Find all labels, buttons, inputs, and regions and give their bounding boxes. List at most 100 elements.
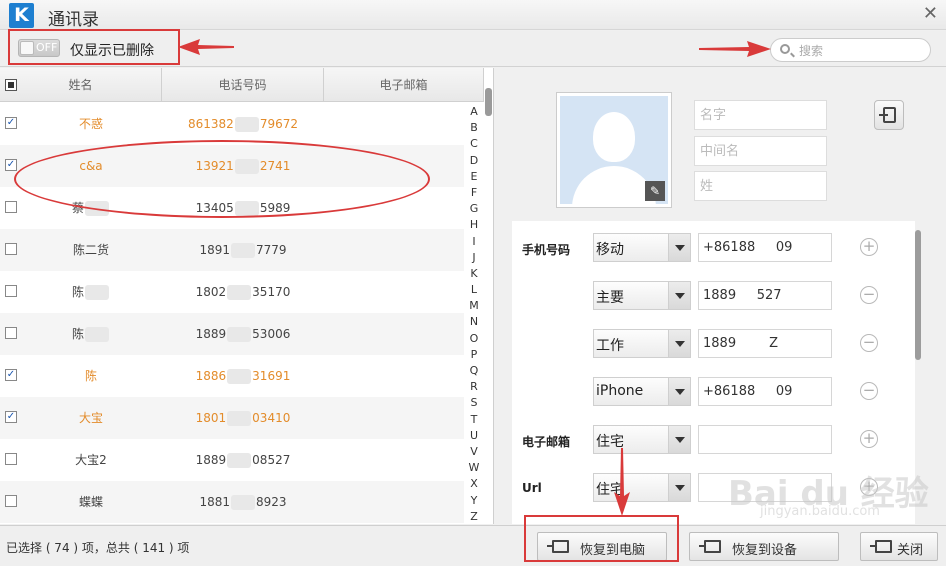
alphabet-letter[interactable]: M (464, 298, 484, 314)
alphabet-letter[interactable]: R (464, 379, 484, 395)
alphabet-letter[interactable]: S (464, 395, 484, 411)
table-row[interactable]: ✓ 陈 1886 31691 (0, 355, 464, 397)
url-input[interactable] (698, 473, 832, 502)
add-email-icon[interactable]: + (860, 430, 878, 448)
alphabet-letter[interactable]: I (464, 234, 484, 250)
first-name-field[interactable] (694, 100, 827, 130)
email-label: 电子邮箱 (522, 435, 571, 449)
email-type-select[interactable]: 住宅 (593, 425, 691, 454)
alphabet-letter[interactable]: J (464, 250, 484, 266)
alphabet-letter[interactable]: G (464, 201, 484, 217)
contact-phone: 13405 5989 (195, 201, 291, 216)
alphabet-letter[interactable]: Q (464, 363, 484, 379)
alphabet-letter[interactable]: K (464, 266, 484, 282)
app-logo-icon: K (9, 3, 34, 28)
table-row[interactable]: ✓ 大宝 1801 03410 (0, 397, 464, 439)
search-icon (780, 44, 790, 54)
alphabet-letter[interactable]: C (464, 136, 484, 152)
alphabet-letter[interactable]: B (464, 120, 484, 136)
phone-input-4[interactable] (698, 377, 832, 406)
email-input[interactable] (698, 425, 832, 454)
table-row[interactable]: ✓ 不惑 861382 79672 (0, 103, 464, 145)
contact-name: 陈 (0, 271, 182, 313)
edit-pencil-icon[interactable]: ✎ (645, 181, 665, 201)
search-input[interactable] (799, 42, 919, 59)
alphabet-letter[interactable]: D (464, 153, 484, 169)
table-header: 姓名 电话号码 电子邮箱 (0, 68, 484, 102)
list-scrollbar-thumb[interactable] (485, 88, 492, 116)
alphabet-letter[interactable]: Y (464, 493, 484, 509)
table-row[interactable]: 陈 1802 35170 (0, 271, 464, 313)
alphabet-letter[interactable]: A (464, 104, 484, 120)
toolbar: OFF 仅显示已删除 (0, 31, 946, 67)
contact-name: 大宝 (78, 411, 103, 425)
alphabet-letter[interactable]: T (464, 412, 484, 428)
header-phone[interactable]: 电话号码 (162, 68, 324, 102)
restore-to-device-button[interactable]: 恢复到设备 (689, 532, 839, 561)
detail-scrollbar[interactable] (915, 230, 921, 360)
chevron-down-icon (668, 426, 690, 453)
contact-name: c&a (79, 159, 103, 173)
table-row[interactable]: 陈 1889 53006 (0, 313, 464, 355)
phone-type-select-2[interactable]: 主要 (593, 281, 691, 310)
close-button[interactable]: 关闭 (860, 532, 938, 561)
table-row[interactable]: 陈二货 1891 7779 (0, 229, 464, 271)
remove-phone-icon[interactable]: − (860, 382, 878, 400)
table-row[interactable]: 大宝2 1889 08527 (0, 439, 464, 481)
alphabet-letter[interactable]: L (464, 282, 484, 298)
contact-phone: 13921 2741 (195, 159, 291, 174)
phone-type-select-4[interactable]: iPhone (593, 377, 691, 406)
phone-type-select-3[interactable]: 工作 (593, 329, 691, 358)
table-row[interactable]: 蔡 13405 5989 (0, 187, 464, 229)
remove-phone-icon[interactable]: − (860, 286, 878, 304)
toggle-state-label: OFF (36, 41, 58, 54)
remove-phone-icon[interactable]: − (860, 334, 878, 352)
contact-phone: 1881 8923 (199, 495, 287, 510)
phone-type-select-1[interactable]: 移动 (593, 233, 691, 262)
alphabet-letter[interactable]: U (464, 428, 484, 444)
import-contact-button[interactable] (874, 100, 904, 130)
url-type-select[interactable]: 住宅 (593, 473, 691, 502)
alphabet-letter[interactable]: F (464, 185, 484, 201)
alphabet-letter[interactable]: X (464, 476, 484, 492)
avatar-placeholder-icon: ✎ (560, 96, 668, 204)
contact-rows: ✓ 不惑 861382 79672 ✓ c&a 13921 2741 蔡 13405 5989 陈二货… (0, 103, 464, 524)
selection-status: 已选择 ( 74 ) 项，总共 ( 141 ) 项 (6, 541, 190, 555)
alphabet-letter[interactable]: N (464, 314, 484, 330)
alphabet-letter[interactable]: E (464, 169, 484, 185)
header-email[interactable]: 电子邮箱 (324, 68, 484, 102)
phone-input-3[interactable] (698, 329, 832, 358)
header-name[interactable]: 姓名 (0, 68, 162, 102)
alphabet-letter[interactable]: W (464, 460, 484, 476)
list-scrollbar[interactable] (485, 70, 493, 524)
show-deleted-toggle[interactable]: OFF (18, 39, 60, 57)
annotation-arrow-right (699, 41, 771, 57)
contact-name: 陈 (0, 313, 182, 355)
middle-name-field[interactable] (694, 136, 827, 166)
last-name-field[interactable] (694, 171, 827, 201)
table-row[interactable]: 蝶蝶 1881 8923 (0, 481, 464, 523)
restore-to-pc-button[interactable]: 恢复到电脑 (537, 532, 667, 561)
contact-phone: 1801 03410 (195, 411, 291, 426)
device-icon (699, 540, 721, 553)
add-phone-icon[interactable]: + (860, 238, 878, 256)
alphabet-letter[interactable]: V (464, 444, 484, 460)
phone-input-1[interactable] (698, 233, 832, 262)
title-bar: K 通讯录 ✕ (0, 0, 946, 30)
search-box[interactable] (770, 38, 931, 62)
close-icon[interactable]: ✕ (923, 3, 938, 24)
exit-icon (870, 540, 892, 553)
alphabet-letter[interactable]: O (464, 331, 484, 347)
phone-label: 手机号码 (522, 243, 571, 257)
avatar[interactable]: ✎ (556, 92, 672, 208)
alphabet-letter[interactable]: H (464, 217, 484, 233)
phone-input-2[interactable] (698, 281, 832, 310)
contact-phone: 861382 79672 (188, 117, 298, 132)
annotation-arrow-down (614, 448, 630, 516)
chevron-down-icon (668, 282, 690, 309)
alphabet-letter[interactable]: P (464, 347, 484, 363)
toggle-knob (20, 41, 34, 55)
alphabet-letter[interactable]: Z (464, 509, 484, 525)
table-row[interactable]: ✓ c&a 13921 2741 (0, 145, 464, 187)
add-url-icon[interactable]: + (860, 478, 878, 496)
